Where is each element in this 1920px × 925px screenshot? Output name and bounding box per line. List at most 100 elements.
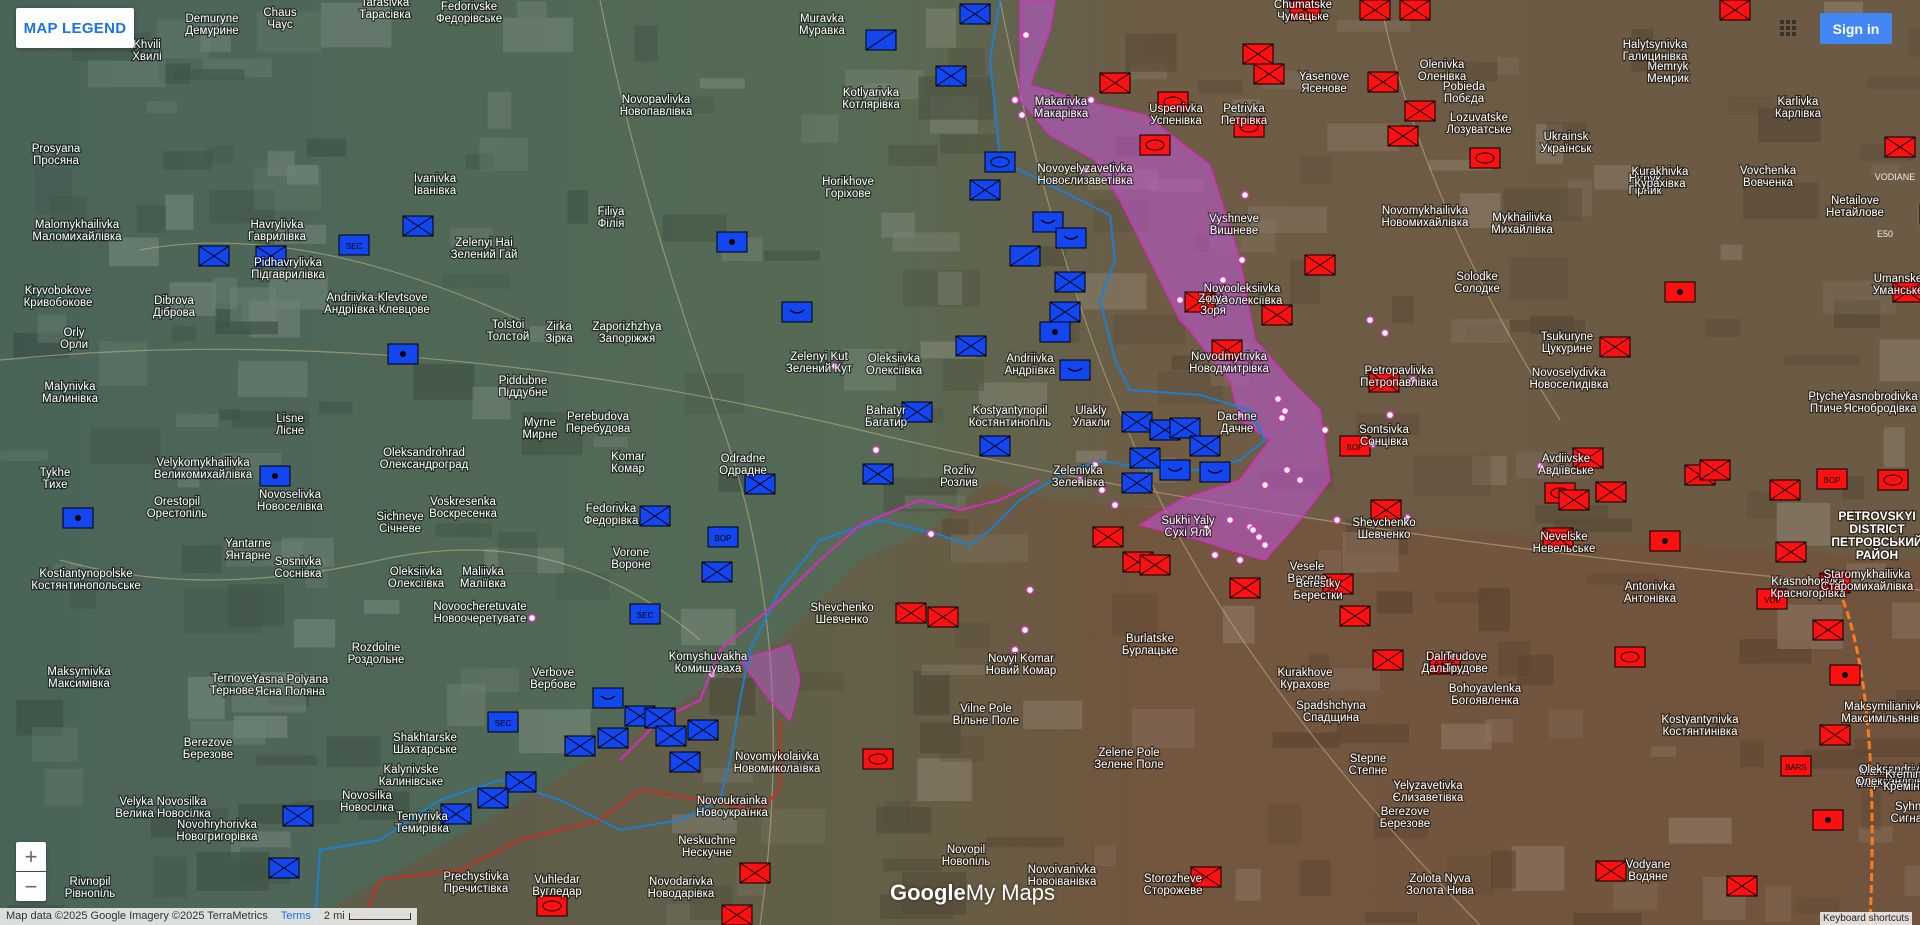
- unit-marker[interactable]: [1614, 646, 1646, 668]
- unit-marker[interactable]: [1649, 530, 1681, 552]
- unit-marker[interactable]: [1599, 336, 1631, 358]
- point-marker[interactable]: [527, 613, 537, 623]
- point-marker[interactable]: [1282, 465, 1292, 475]
- unit-marker[interactable]: [701, 561, 733, 583]
- unit-marker[interactable]: [1884, 136, 1916, 158]
- unit-marker[interactable]: [1059, 359, 1091, 381]
- unit-marker[interactable]: [1009, 245, 1041, 267]
- unit-marker[interactable]: [1049, 301, 1081, 323]
- unit-marker[interactable]: [1699, 459, 1731, 481]
- point-marker[interactable]: [1235, 555, 1245, 565]
- unit-marker[interactable]: [1877, 469, 1909, 491]
- apps-grid-icon[interactable]: [1780, 20, 1796, 36]
- map-canvas[interactable]: SECBOPSECSECBOPBARSVOLBARSBOPDemuryne Дем…: [0, 0, 1920, 925]
- unit-marker[interactable]: [1469, 147, 1501, 169]
- unit-marker[interactable]: [1139, 554, 1171, 576]
- unit-marker[interactable]: [655, 725, 687, 747]
- unit-marker[interactable]: [687, 719, 719, 741]
- unit-marker[interactable]: [1829, 664, 1861, 686]
- unit-marker[interactable]: SEC: [629, 603, 661, 625]
- unit-marker[interactable]: BARS: [1780, 755, 1812, 777]
- unit-marker[interactable]: [1159, 459, 1191, 481]
- unit-marker[interactable]: [1039, 321, 1071, 343]
- point-marker[interactable]: [1277, 413, 1287, 423]
- unit-marker[interactable]: [1664, 281, 1696, 303]
- unit-marker[interactable]: [259, 465, 291, 487]
- unit-marker[interactable]: [1139, 134, 1171, 156]
- point-marker[interactable]: [1260, 480, 1270, 490]
- unit-marker[interactable]: [1726, 875, 1758, 897]
- unit-marker[interactable]: [387, 343, 419, 365]
- unit-marker[interactable]: [1404, 100, 1436, 122]
- point-marker[interactable]: [1332, 515, 1342, 525]
- unit-marker[interactable]: [1054, 271, 1086, 293]
- point-marker[interactable]: [1385, 410, 1395, 420]
- unit-marker[interactable]: [1129, 447, 1161, 469]
- unit-marker[interactable]: BOP: [707, 526, 739, 548]
- unit-marker[interactable]: [979, 435, 1011, 457]
- unit-marker[interactable]: [1769, 479, 1801, 501]
- unit-marker[interactable]: [1055, 227, 1087, 249]
- unit-marker[interactable]: [935, 65, 967, 87]
- unit-marker[interactable]: [984, 151, 1016, 173]
- unit-marker[interactable]: [1812, 619, 1844, 641]
- unit-marker[interactable]: [402, 215, 434, 237]
- unit-marker[interactable]: [536, 895, 568, 917]
- unit-marker[interactable]: [1819, 724, 1851, 746]
- point-marker[interactable]: [1175, 295, 1185, 305]
- point-marker[interactable]: [1210, 550, 1220, 560]
- point-marker[interactable]: [1254, 532, 1264, 542]
- unit-marker[interactable]: [1253, 63, 1285, 85]
- unit-marker[interactable]: SEC: [338, 234, 370, 256]
- point-marker[interactable]: [1225, 515, 1235, 525]
- unit-marker[interactable]: [592, 687, 624, 709]
- unit-marker[interactable]: [198, 245, 230, 267]
- unit-marker[interactable]: [1242, 43, 1274, 65]
- unit-marker[interactable]: [1339, 605, 1371, 627]
- unit-marker[interactable]: [959, 3, 991, 25]
- point-marker[interactable]: [1365, 315, 1375, 325]
- unit-marker[interactable]: [1169, 417, 1201, 439]
- unit-marker[interactable]: [955, 335, 987, 357]
- unit-marker[interactable]: [1121, 411, 1153, 433]
- point-marker[interactable]: [1240, 190, 1250, 200]
- unit-marker[interactable]: [505, 771, 537, 793]
- unit-marker[interactable]: [1372, 649, 1404, 671]
- point-marker[interactable]: [1260, 540, 1270, 550]
- unit-marker[interactable]: [1812, 809, 1844, 831]
- unit-marker[interactable]: [1261, 304, 1293, 326]
- unit-marker[interactable]: [1595, 481, 1627, 503]
- unit-marker[interactable]: [895, 602, 927, 624]
- unit-marker[interactable]: [1399, 0, 1431, 21]
- unit-marker[interactable]: [716, 231, 748, 253]
- unit-marker[interactable]: [1595, 860, 1627, 882]
- zoom-in-button[interactable]: +: [16, 842, 46, 871]
- unit-marker[interactable]: [268, 857, 300, 879]
- unit-marker[interactable]: [862, 748, 894, 770]
- unit-marker[interactable]: [862, 463, 894, 485]
- unit-marker[interactable]: [969, 179, 1001, 201]
- point-marker[interactable]: [1273, 394, 1283, 404]
- unit-marker[interactable]: [644, 707, 676, 729]
- point-marker[interactable]: [1020, 625, 1030, 635]
- unit-marker[interactable]: [639, 505, 671, 527]
- map-legend-button[interactable]: MAP LEGEND: [16, 8, 134, 48]
- unit-marker[interactable]: [1304, 254, 1336, 276]
- satellite-map[interactable]: SEC BOP SEC SEC BOP BARS VOL BARS BOP Demuryne Дем…: [0, 0, 1920, 925]
- unit-marker[interactable]: [1099, 72, 1131, 94]
- unit-marker[interactable]: [62, 507, 94, 529]
- unit-marker[interactable]: [865, 29, 897, 51]
- keyboard-shortcuts-link[interactable]: Keyboard shortcuts: [1820, 912, 1913, 925]
- unit-marker[interactable]: [1558, 489, 1590, 511]
- unit-marker[interactable]: SEC: [487, 711, 519, 733]
- zoom-out-button[interactable]: −: [16, 872, 46, 901]
- point-marker[interactable]: [1110, 500, 1120, 510]
- unit-marker[interactable]: [1367, 71, 1399, 93]
- unit-marker[interactable]: [927, 606, 959, 628]
- sign-in-button[interactable]: Sign in: [1820, 13, 1892, 44]
- unit-marker[interactable]: [669, 751, 701, 773]
- unit-marker[interactable]: [564, 735, 596, 757]
- point-marker[interactable]: [926, 529, 936, 539]
- unit-marker[interactable]: [282, 805, 314, 827]
- point-marker[interactable]: [1280, 406, 1290, 416]
